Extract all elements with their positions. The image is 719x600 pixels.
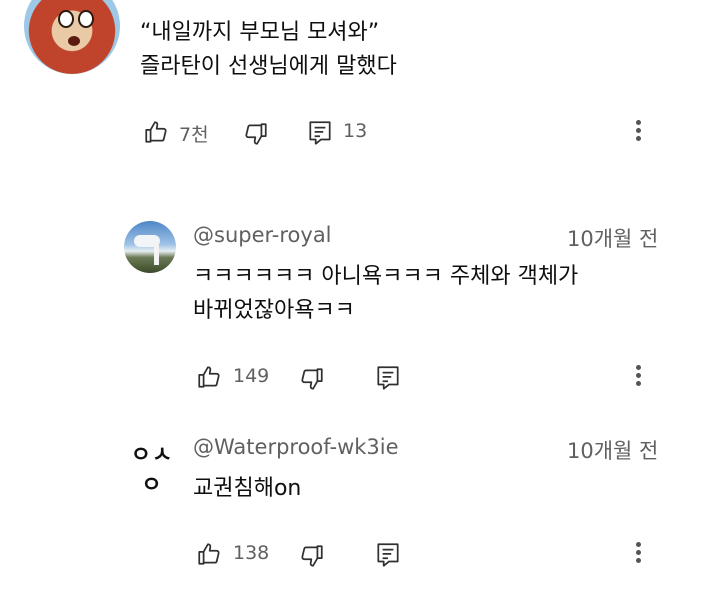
comment-author-handle[interactable]: @Waterproof-wk3ie <box>193 435 399 459</box>
comment-text-line: 즐라탄이 선생님에게 말했다 <box>140 54 397 79</box>
dislike-icon[interactable] <box>243 121 269 147</box>
avatar[interactable]: ㅇㅅㅇ <box>126 441 178 498</box>
comment-date: 10개월 전 <box>567 227 659 251</box>
avatar[interactable] <box>24 0 120 74</box>
reply-icon[interactable] <box>375 541 401 569</box>
like-count: 138 <box>233 542 270 564</box>
comment-text-line: 교권침해on <box>193 476 302 501</box>
like-count: 7천 <box>179 124 209 146</box>
reply-count[interactable]: 13 <box>343 120 367 142</box>
dislike-icon[interactable] <box>299 366 325 392</box>
reply-icon[interactable] <box>307 119 333 147</box>
comment-text-line: “내일까지 부모님 모셔와” <box>140 20 380 45</box>
comment-author-handle[interactable]: @super-royal <box>193 223 332 247</box>
avatar-eye <box>78 10 94 28</box>
like-icon[interactable] <box>143 119 169 145</box>
like-icon[interactable] <box>196 541 222 567</box>
avatar[interactable] <box>124 221 176 273</box>
more-options-icon[interactable] <box>636 539 642 566</box>
avatar-eye <box>58 10 74 28</box>
more-options-icon[interactable] <box>636 362 642 389</box>
dislike-icon[interactable] <box>299 543 325 569</box>
like-icon[interactable] <box>196 364 222 390</box>
avatar-building <box>154 243 159 265</box>
comment-date: 10개월 전 <box>567 439 659 463</box>
comment-text-line: ㅋㅋㅋㅋㅋㅋ 아니욕ㅋㅋㅋ 주체와 객체가 <box>193 264 579 289</box>
avatar-mouth <box>68 36 80 46</box>
more-options-icon[interactable] <box>636 117 642 144</box>
reply-icon[interactable] <box>375 364 401 392</box>
comment-text-line: 바뀌었잖아욕ㅋㅋ <box>193 298 355 323</box>
like-count: 149 <box>233 365 270 387</box>
